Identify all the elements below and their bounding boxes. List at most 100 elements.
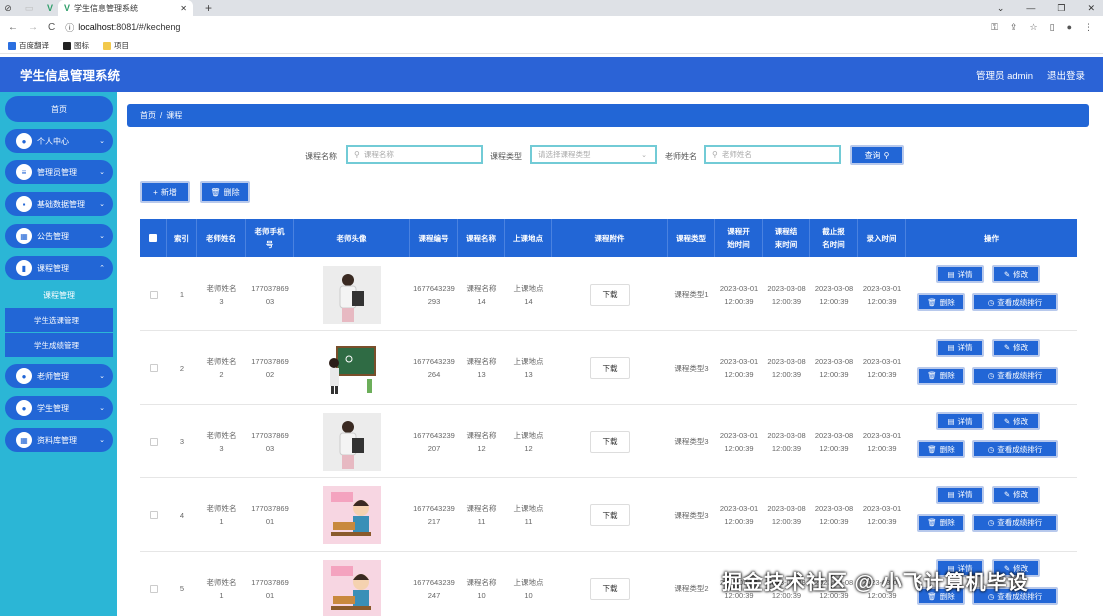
sidebar-item-personal-center[interactable]: ● 个人中心 ⌄ <box>5 129 113 153</box>
th-teacher-avatar: 老师头像 <box>294 219 410 257</box>
query-button[interactable]: 查询 ⚲ <box>850 145 904 165</box>
bookmark-item[interactable]: 图标 <box>63 40 89 51</box>
document-icon: ▤ <box>947 269 955 279</box>
row-delete-button[interactable]: 🗑 删除 <box>917 366 965 385</box>
row-delete-button[interactable]: 🗑 删除 <box>917 513 965 532</box>
row-checkbox[interactable] <box>149 290 158 299</box>
reload-icon[interactable]: C <box>48 22 55 33</box>
select-all-checkbox[interactable] <box>140 219 167 257</box>
cell-teacher-phone: 17703786901 <box>246 479 294 552</box>
breadcrumb-home[interactable]: 首页 <box>140 110 156 121</box>
sidebar-item-library[interactable]: ▦ 资料库管理 ⌄ <box>5 428 113 452</box>
back-icon[interactable]: ← <box>8 22 18 33</box>
cell-deadline: 2023-03-08 12:00:39 <box>810 479 858 552</box>
th-start-time: 课程开始时间 <box>715 219 763 257</box>
row-checkbox[interactable] <box>149 584 158 593</box>
cell-checkbox[interactable] <box>140 332 167 405</box>
cell-teacher-name-text: 老师姓名3 <box>206 430 237 453</box>
cell-teacher-phone-text: 17703786901 <box>251 577 289 600</box>
edit-button[interactable]: ✎ 修改 <box>992 485 1040 504</box>
kebab-menu-icon[interactable]: ⋮ <box>1084 22 1093 33</box>
th-end-time: 课程结束时间 <box>763 219 810 257</box>
bookmark-item[interactable]: 项目 <box>103 40 129 51</box>
cell-checkbox[interactable] <box>140 552 167 616</box>
row-checkbox[interactable] <box>149 437 158 446</box>
cell-course-type-text: 课程类型1 <box>674 290 709 299</box>
sidebar-item-teacher[interactable]: ● 老师管理 ⌄ <box>5 364 113 388</box>
minimize-icon[interactable]: — <box>1026 3 1035 13</box>
score-rank-button[interactable]: ◷ 查看成绩排行 <box>972 293 1058 311</box>
cell-index: 1 <box>167 258 197 331</box>
new-tab-button[interactable]: + <box>193 0 218 16</box>
browser-tab-active[interactable]: V 学生信息管理系统 ✕ <box>58 0 193 16</box>
checkbox[interactable] <box>149 234 157 242</box>
edit-button[interactable]: ✎ 修改 <box>992 338 1040 357</box>
detail-button[interactable]: ▤ 详情 <box>936 338 984 357</box>
url-field[interactable]: ⓘ localhost:8081/#/kecheng <box>65 21 180 34</box>
submenu-course-select[interactable]: 学生选课管理 <box>5 308 113 332</box>
restore-icon[interactable]: ❐ <box>1057 3 1065 14</box>
chevron-up-icon: ⌃ <box>99 265 105 272</box>
chevron-down-icon: ⌄ <box>99 405 105 412</box>
batch-delete-button[interactable]: 🗑 删除 <box>200 181 250 203</box>
browser-tabbar: ⊘ ▭ V V 学生信息管理系统 ✕ + ⌄ — ❐ ✕ <box>0 0 1103 16</box>
th-teacher-name: 老师姓名 <box>197 219 246 257</box>
course-type-select[interactable]: 请选择课程类型 ⌄ <box>530 145 657 164</box>
download-button[interactable]: 下载 <box>590 357 630 379</box>
sidebar-item-notice[interactable]: ▦ 公告管理 ⌄ <box>5 224 113 248</box>
sidebar-item-home[interactable]: 首页 <box>5 96 113 122</box>
detail-button[interactable]: ▤ 详情 <box>936 485 984 504</box>
share-icon[interactable]: ⇪ <box>1010 22 1018 33</box>
cell-start-time-text: 2023-03-01 12:00:39 <box>719 357 759 379</box>
download-button[interactable]: 下载 <box>590 504 630 526</box>
cell-created-time: 2023-03-01 12:00:39 <box>858 405 906 478</box>
row-checkbox[interactable] <box>149 364 158 372</box>
cell-course-name: 课程名称14 <box>458 258 505 331</box>
row-checkbox[interactable] <box>149 511 158 519</box>
forward-icon[interactable]: → <box>28 22 38 33</box>
teacher-avatar-image <box>323 559 381 616</box>
sidebar-item-admin[interactable]: ≡ 管理员管理 ⌄ <box>5 160 113 184</box>
tab-placeholder-icon[interactable]: ▭ <box>16 0 42 16</box>
close-window-icon[interactable]: ✕ <box>1087 3 1095 14</box>
browser-menu-icon[interactable]: ⊘ <box>0 0 16 16</box>
row-delete-button[interactable]: 🗑 删除 <box>917 440 965 458</box>
score-rank-button[interactable]: ◷ 查看成绩排行 <box>972 366 1058 385</box>
teacher-name-input[interactable]: ⚲ 老师姓名 <box>704 145 841 164</box>
submenu-score[interactable]: 学生成绩管理 <box>5 333 113 357</box>
cell-deadline: 2023-03-08 12:00:39 <box>810 405 858 478</box>
detail-button[interactable]: ▤ 详情 <box>936 412 984 430</box>
sidebar-item-course[interactable]: ▮ 课程管理 ⌃ <box>5 256 113 280</box>
star-icon[interactable]: ☆ <box>1030 22 1038 33</box>
bookmark-item[interactable]: 百度翻译 <box>8 40 49 51</box>
cell-checkbox[interactable] <box>140 258 167 331</box>
download-button[interactable]: 下载 <box>590 283 630 306</box>
score-rank-button[interactable]: ◷ 查看成绩排行 <box>972 513 1058 532</box>
sidepanel-icon[interactable]: ▯ <box>1050 22 1055 33</box>
edit-button[interactable]: ✎ 修改 <box>992 412 1040 430</box>
download-button[interactable]: 下载 <box>590 577 630 600</box>
course-name-input[interactable]: ⚲ 课程名称 <box>346 145 483 164</box>
folder-icon <box>103 42 111 51</box>
table-row: 4 老师姓名1 17703786901 1677643239217 课程名称11 上课地点… <box>140 478 1077 552</box>
score-rank-button[interactable]: ◷ 查看成绩排行 <box>972 440 1058 458</box>
search-icon: ⚲ <box>354 150 360 159</box>
chevron-down-icon[interactable]: ⌄ <box>997 3 1005 14</box>
row-delete-button[interactable]: 🗑 删除 <box>917 293 965 311</box>
key-icon[interactable]: ⚿ <box>991 22 998 33</box>
detail-button[interactable]: ▤ 详情 <box>936 265 984 283</box>
cell-checkbox[interactable] <box>140 405 167 478</box>
logout-link[interactable]: 退出登录 <box>1047 68 1085 82</box>
cell-checkbox[interactable] <box>140 479 167 552</box>
edit-button[interactable]: ✎ 修改 <box>992 265 1040 283</box>
row-delete-button-label: 删除 <box>939 444 955 454</box>
add-button[interactable]: + 新增 <box>140 181 190 203</box>
sidebar-item-student[interactable]: ● 学生管理 ⌄ <box>5 396 113 420</box>
profile-icon[interactable]: ● <box>1067 22 1072 32</box>
cell-deadline-text: 2023-03-08 12:00:39 <box>814 504 854 526</box>
submenu-course-manage[interactable]: 课程管理 <box>5 283 113 307</box>
tab-close-icon[interactable]: ✕ <box>180 4 187 13</box>
vue-tab-icon[interactable]: V <box>42 0 58 16</box>
download-button[interactable]: 下载 <box>590 430 630 453</box>
sidebar-item-base-data[interactable]: ▪ 基础数据管理 ⌄ <box>5 192 113 216</box>
